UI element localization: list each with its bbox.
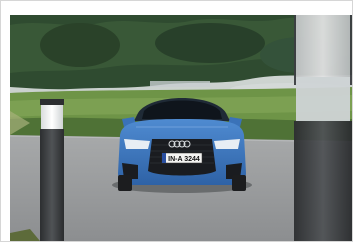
image-frame: IN-A 3244 [0, 0, 353, 242]
left-bollard [40, 99, 64, 241]
license-plate-text: IN-A 3244 [168, 156, 200, 163]
car-photo: IN-A 3244 [10, 15, 352, 241]
right-bollard [294, 15, 352, 241]
